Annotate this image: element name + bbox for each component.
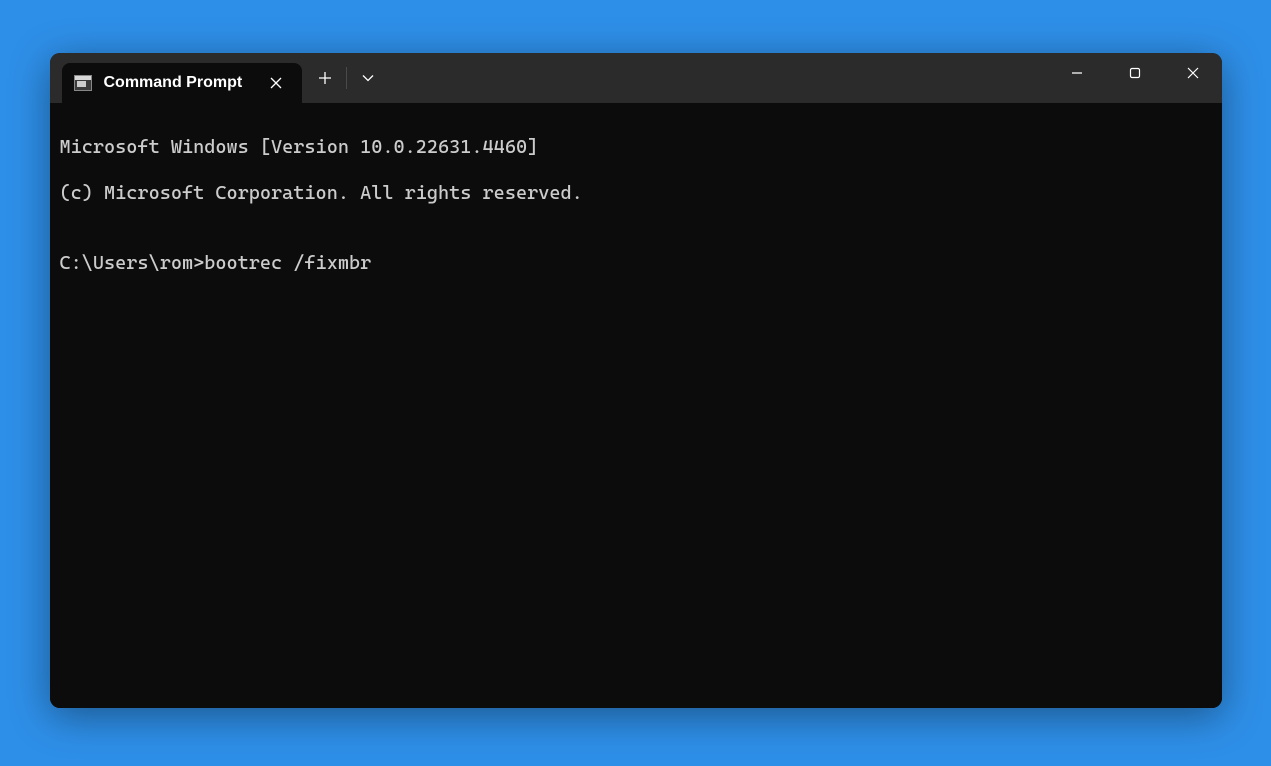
close-window-button[interactable] <box>1164 53 1222 93</box>
terminal-body[interactable]: Microsoft Windows [Version 10.0.22631.44… <box>50 103 1222 708</box>
terminal-prompt-line: C:\Users\rom>bootrec /fixmbr <box>60 252 1212 275</box>
chevron-down-icon <box>362 74 374 82</box>
tab-title: Command Prompt <box>104 74 252 92</box>
tab-close-button[interactable] <box>264 71 288 95</box>
tabs-area: Command Prompt <box>50 53 387 103</box>
close-icon <box>270 77 282 89</box>
tab-controls <box>306 53 387 103</box>
plus-icon <box>318 71 332 85</box>
minimize-icon <box>1071 67 1083 79</box>
maximize-button[interactable] <box>1106 53 1164 93</box>
tab-command-prompt[interactable]: Command Prompt <box>62 63 302 103</box>
command-prompt-icon <box>74 75 92 91</box>
tab-dropdown-button[interactable] <box>349 62 387 94</box>
new-tab-button[interactable] <box>306 62 344 94</box>
terminal-output-line: (c) Microsoft Corporation. All rights re… <box>60 182 1212 205</box>
terminal-output-line: Microsoft Windows [Version 10.0.22631.44… <box>60 136 1212 159</box>
titlebar: Command Prompt <box>50 53 1222 103</box>
close-icon <box>1187 67 1199 79</box>
minimize-button[interactable] <box>1048 53 1106 93</box>
maximize-icon <box>1129 67 1141 79</box>
terminal-window: Command Prompt <box>50 53 1222 708</box>
window-controls <box>1048 53 1222 93</box>
divider <box>346 67 347 89</box>
